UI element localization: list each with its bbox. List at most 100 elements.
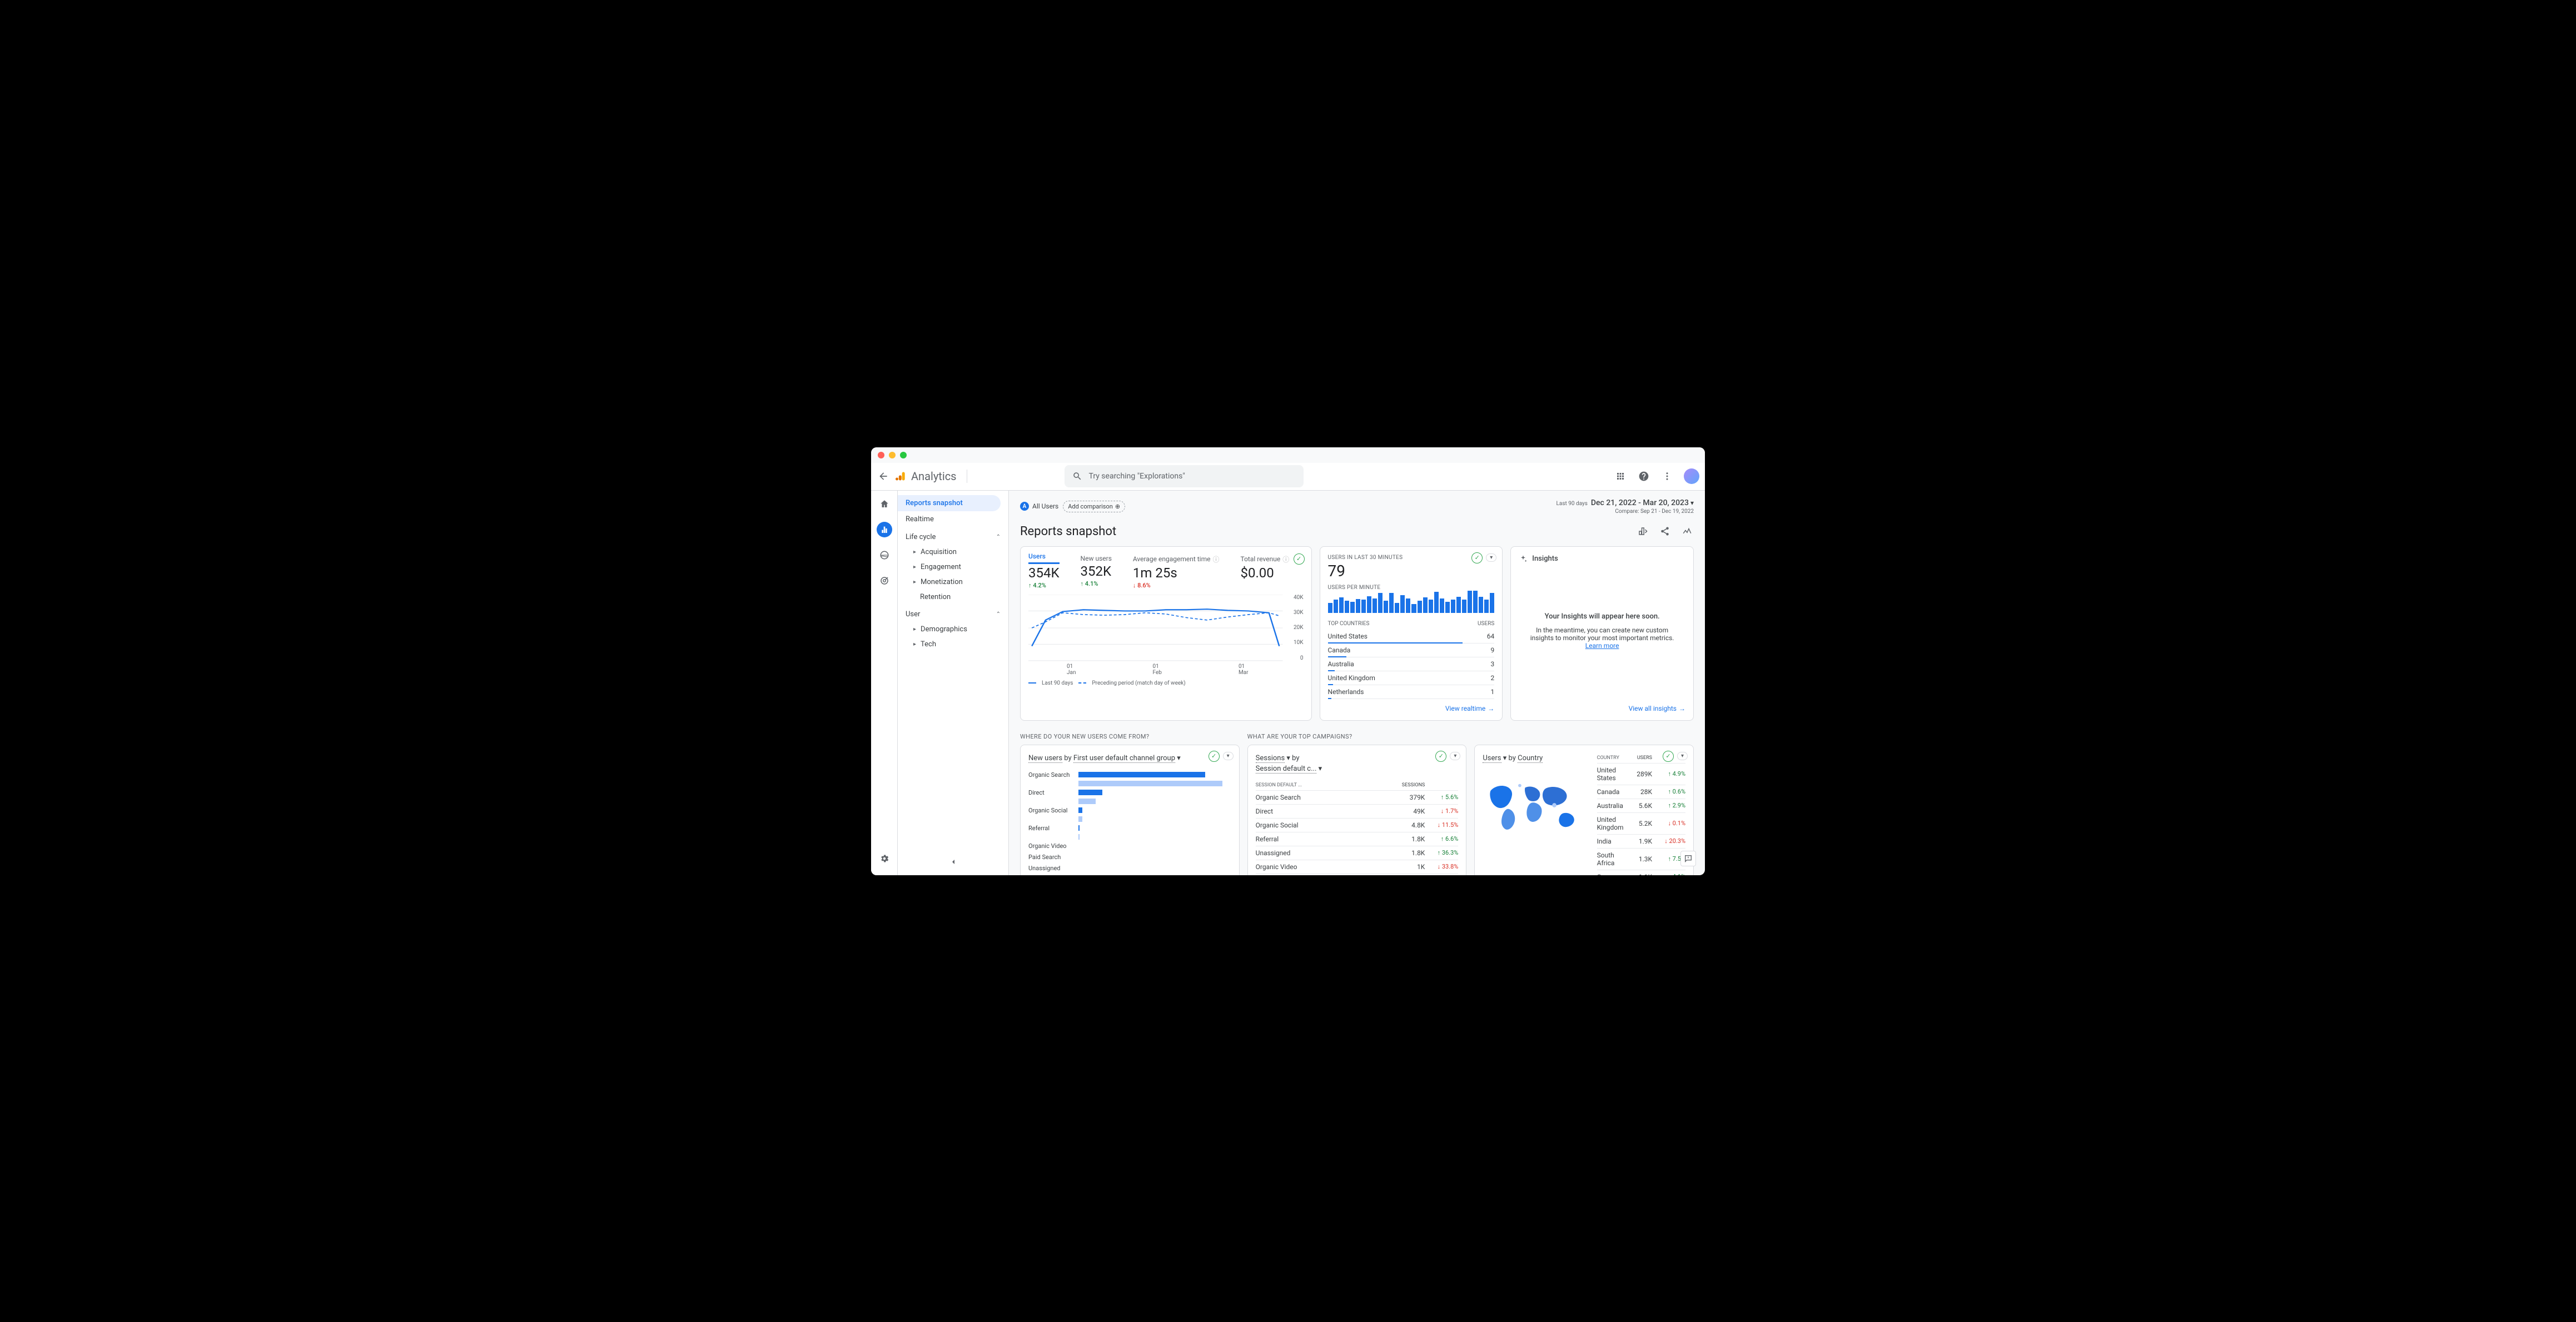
- app-name: Analytics: [911, 470, 957, 483]
- table-row[interactable]: Paid Search12↑ 200.0%: [1256, 874, 1459, 875]
- card-menu[interactable]: ▾: [1450, 752, 1460, 760]
- segment-all-users[interactable]: A All Users: [1020, 502, 1058, 511]
- card-menu[interactable]: ▾: [1223, 752, 1234, 760]
- minimize-dot[interactable]: [889, 452, 896, 458]
- quality-badge[interactable]: ✓: [1663, 751, 1674, 762]
- apps-grid-icon: [1615, 471, 1625, 481]
- table-row[interactable]: United Kingdom5.2K↓ 0.1%: [1597, 812, 1685, 834]
- card-menu[interactable]: ▾: [1677, 752, 1688, 760]
- view-all-insights-link[interactable]: View all insights→: [1519, 699, 1685, 712]
- collapse-sidebar-button[interactable]: [949, 857, 958, 869]
- metric-total-revenue[interactable]: Total revenue ⓘ$0.00: [1240, 555, 1289, 581]
- caret-right-icon: ▸: [913, 641, 916, 647]
- plus-icon: ⊕: [1115, 503, 1120, 510]
- search-input[interactable]: Try searching "Explorations": [1065, 465, 1304, 487]
- table-row[interactable]: Organic Video1K↓ 33.8%: [1256, 860, 1459, 874]
- share-button[interactable]: [1658, 525, 1672, 538]
- app-logo[interactable]: Analytics: [896, 470, 967, 483]
- table-row[interactable]: South Africa1.3K↑ 7.5%: [1597, 848, 1685, 870]
- table-row[interactable]: Netherlands1: [1328, 685, 1495, 699]
- zoom-dot[interactable]: [900, 452, 907, 458]
- table-row[interactable]: Organic Social4.8K↓ 11.5%: [1256, 818, 1459, 832]
- metric-users[interactable]: Users354K↑ 4.2%: [1028, 555, 1060, 589]
- learn-more-link[interactable]: Learn more: [1585, 642, 1619, 650]
- search-placeholder: Try searching "Explorations": [1089, 472, 1185, 481]
- quality-badge[interactable]: ✓: [1209, 751, 1220, 762]
- bar-row: Organic Social: [1028, 805, 1231, 816]
- more-button[interactable]: [1660, 470, 1674, 483]
- caret-right-icon: ▸: [913, 626, 916, 632]
- rail-admin[interactable]: [877, 851, 892, 866]
- table-row[interactable]: United Kingdom2: [1328, 671, 1495, 685]
- nav-rail: [871, 491, 898, 875]
- bar-row: Organic Search: [1028, 769, 1231, 780]
- section-campaigns-title: WHAT ARE YOUR TOP CAMPAIGNS?: [1247, 733, 1467, 740]
- table-row[interactable]: Unassigned1.8K↑ 36.3%: [1256, 846, 1459, 860]
- date-range-picker[interactable]: Last 90 daysDec 21, 2022 - Mar 20, 2023 …: [1556, 498, 1694, 515]
- table-row[interactable]: Referral1.8K↑ 6.6%: [1256, 832, 1459, 846]
- analytics-logo-icon: [896, 471, 907, 482]
- sidebar: Reports snapshot Realtime Life cycle⌃ ▸A…: [898, 491, 1009, 875]
- search-icon: [1072, 471, 1082, 481]
- segments: A All Users Add comparison ⊕: [1020, 501, 1125, 512]
- mac-titlebar: [871, 447, 1705, 463]
- quality-badge[interactable]: ✓: [1294, 553, 1305, 565]
- sidebar-item-monetization[interactable]: ▸Monetization: [898, 575, 1008, 590]
- campaigns-selector[interactable]: Sessions ▾ bySession default c... ▾: [1256, 753, 1459, 775]
- table-row[interactable]: Australia3: [1328, 657, 1495, 671]
- quality-badge[interactable]: ✓: [1471, 552, 1483, 563]
- sidebar-item-acquisition[interactable]: ▸Acquisition: [898, 545, 1008, 560]
- caret-right-icon: ▸: [913, 549, 916, 555]
- insights-button[interactable]: [1680, 525, 1694, 538]
- back-button[interactable]: [877, 470, 890, 483]
- table-row[interactable]: United States64: [1328, 630, 1495, 643]
- rail-reports[interactable]: [877, 522, 892, 537]
- sidebar-item-reports-snapshot[interactable]: Reports snapshot: [898, 495, 1001, 511]
- bar-row: Unassigned: [1028, 862, 1231, 874]
- help-button[interactable]: [1637, 470, 1650, 483]
- view-realtime-link[interactable]: View realtime→: [1328, 699, 1495, 712]
- insights-title: Insights: [1519, 555, 1685, 563]
- rail-home[interactable]: [877, 496, 892, 512]
- add-comparison-button[interactable]: Add comparison ⊕: [1063, 501, 1125, 512]
- rail-advertising[interactable]: [877, 573, 892, 588]
- table-row[interactable]: Direct49K↓ 1.7%: [1256, 804, 1459, 818]
- table-row[interactable]: India1.9K↓ 20.3%: [1597, 834, 1685, 848]
- chevron-up-icon: ⌃: [996, 534, 1001, 540]
- geo-selector[interactable]: Users ▾ by Country: [1483, 753, 1589, 764]
- sparkle-icon: [1519, 555, 1528, 563]
- sidebar-item-retention[interactable]: Retention: [898, 590, 1008, 605]
- world-map: [1483, 769, 1589, 841]
- table-row[interactable]: Organic Search379K↑ 5.6%: [1256, 790, 1459, 804]
- apps-button[interactable]: [1614, 470, 1627, 483]
- sidebar-section-life-cycle[interactable]: Life cycle⌃: [898, 527, 1008, 545]
- home-icon: [879, 499, 889, 509]
- sidebar-item-engagement[interactable]: ▸Engagement: [898, 560, 1008, 575]
- table-row[interactable]: Canada9: [1328, 643, 1495, 657]
- sidebar-item-tech[interactable]: ▸Tech: [898, 637, 1008, 652]
- topbar-actions: [1614, 468, 1699, 484]
- rail-explore[interactable]: [877, 547, 892, 563]
- table-row[interactable]: Canada28K↑ 0.6%: [1597, 785, 1685, 799]
- feedback-button[interactable]: [1680, 851, 1696, 866]
- sidebar-item-realtime[interactable]: Realtime: [898, 511, 1008, 527]
- metric-average-engagement-time[interactable]: Average engagement time ⓘ1m 25s↓ 8.6%: [1133, 555, 1220, 589]
- table-row[interactable]: United States289K↑ 4.9%: [1597, 763, 1685, 785]
- table-row[interactable]: Australia5.6K↑ 2.9%: [1597, 799, 1685, 812]
- table-row[interactable]: Germany1.1K↑ 4.1%: [1597, 870, 1685, 875]
- x-axis-labels: 01Jan 01Feb 01Mar: [1028, 664, 1304, 676]
- close-dot[interactable]: [878, 452, 884, 458]
- acquisition-selector[interactable]: New users by First user default channel …: [1028, 753, 1231, 764]
- card-menu[interactable]: ▾: [1486, 553, 1496, 562]
- customize-button[interactable]: [1636, 525, 1649, 538]
- target-icon: [879, 576, 889, 586]
- sidebar-item-demographics[interactable]: ▸Demographics: [898, 622, 1008, 637]
- metric-new-users[interactable]: New users352K↑ 4.1%: [1081, 555, 1112, 587]
- quality-badge[interactable]: ✓: [1435, 751, 1446, 762]
- map-svg: [1483, 769, 1589, 841]
- chevron-up-icon: ⌃: [996, 611, 1001, 617]
- avatar[interactable]: [1684, 468, 1699, 484]
- sidebar-section-user[interactable]: User⌃: [898, 605, 1008, 622]
- line-chart-svg: [1028, 595, 1304, 661]
- bar-row: Organic Video: [1028, 840, 1231, 851]
